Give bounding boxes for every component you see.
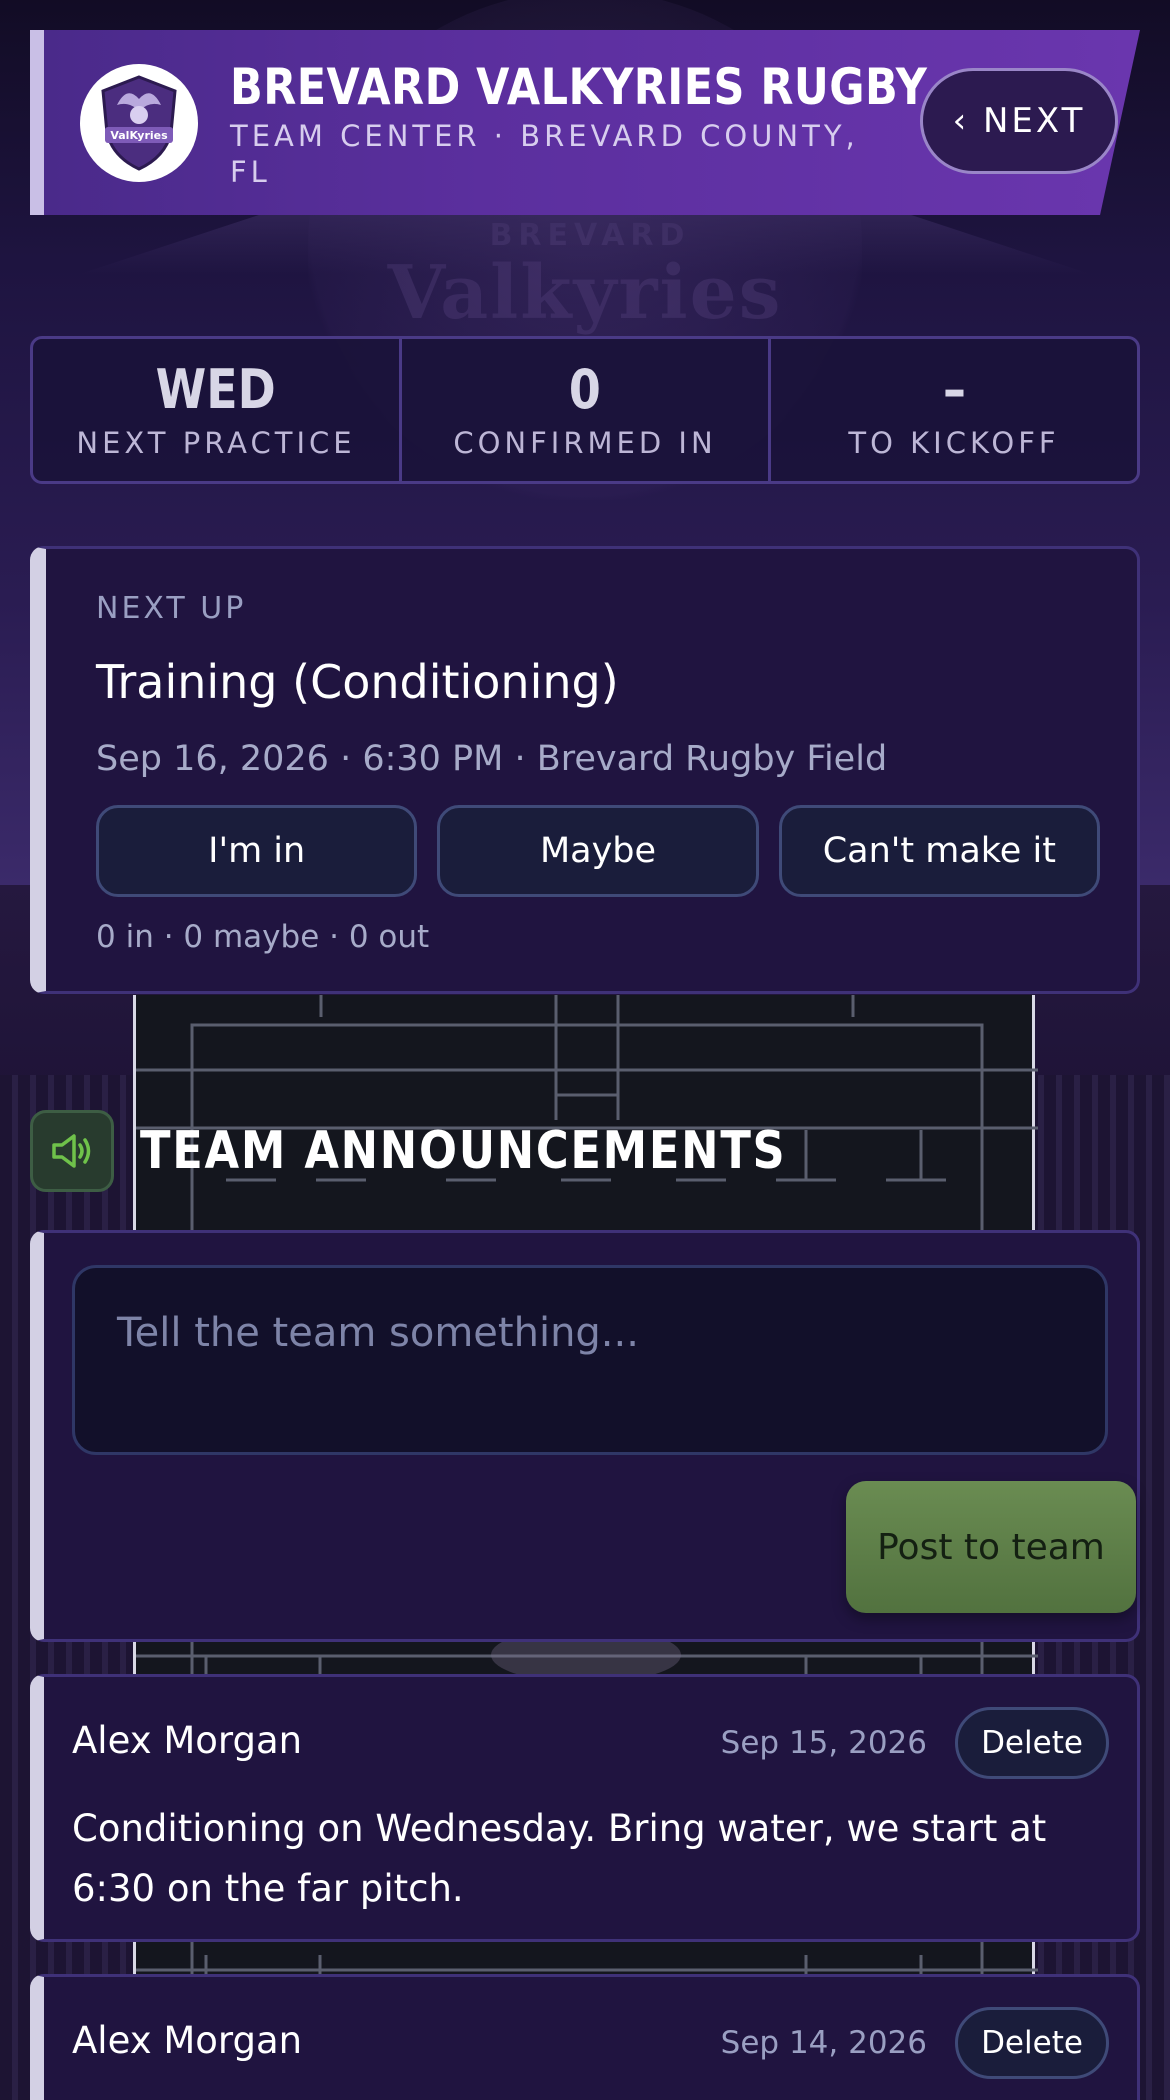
announcement-post: Alex Morgan Sep 15, 2026 Delete Conditio…: [30, 1674, 1140, 1942]
stat-value: 0: [569, 358, 601, 421]
stat-value: –: [942, 358, 966, 421]
next-button[interactable]: ‹ NEXT: [920, 68, 1118, 174]
rsvp-maybe-button[interactable]: Maybe: [437, 805, 759, 897]
announcement-composer: Post to team: [30, 1230, 1140, 1642]
post-date: Sep 15, 2026: [720, 1725, 927, 1761]
stat-to-kickoff: – TO KICKOFF: [771, 339, 1137, 481]
announcements-heading: TEAM ANNOUNCEMENTS: [30, 1110, 892, 1192]
rsvp-buttons: I'm in Maybe Can't make it: [96, 805, 1100, 897]
delete-post-button[interactable]: Delete: [955, 2007, 1109, 2079]
delete-post-button[interactable]: Delete: [955, 1707, 1109, 1779]
stats-strip: WED NEXT PRACTICE 0 CONFIRMED IN – TO KI…: [30, 336, 1140, 484]
rsvp-out-button[interactable]: Can't make it: [778, 805, 1100, 897]
megaphone-icon: [30, 1110, 114, 1192]
svg-text:ValKyries: ValKyries: [110, 129, 168, 142]
valkyries-logo-icon: ValKyries: [80, 64, 198, 182]
event-title: Training (Conditioning): [96, 655, 619, 709]
team-header: ValKyries BREVARD VALKYRIES RUGBY TEAM C…: [30, 30, 1140, 215]
post-author: Alex Morgan: [72, 2019, 303, 2062]
stat-next-practice: WED NEXT PRACTICE: [33, 339, 402, 481]
announcements-title: TEAM ANNOUNCEMENTS: [140, 1121, 787, 1181]
stat-label: TO KICKOFF: [848, 426, 1060, 460]
event-meta: Sep 16, 2026 · 6:30 PM · Brevard Rugby F…: [96, 739, 888, 779]
next-up-card: NEXT UP Training (Conditioning) Sep 16, …: [30, 546, 1140, 994]
post-author: Alex Morgan: [72, 1719, 303, 1762]
post-body: Conditioning on Wednesday. Bring water, …: [72, 1807, 1047, 1910]
rsvp-counts: 0 in · 0 maybe · 0 out: [96, 919, 430, 955]
post-to-team-button[interactable]: Post to team: [846, 1481, 1136, 1613]
post-date: Sep 14, 2026: [720, 2025, 927, 2061]
announcement-post: Alex Morgan Sep 14, 2026 Delete: [30, 1974, 1140, 2100]
announcement-input[interactable]: [72, 1265, 1108, 1455]
stat-confirmed-in: 0 CONFIRMED IN: [402, 339, 771, 481]
stat-label: CONFIRMED IN: [453, 426, 717, 460]
next-up-label: NEXT UP: [96, 591, 247, 626]
team-title: BREVARD VALKYRIES RUGBY: [230, 58, 928, 116]
rsvp-in-button[interactable]: I'm in: [96, 805, 418, 897]
stat-label: NEXT PRACTICE: [76, 426, 356, 460]
team-subtitle: TEAM CENTER · BREVARD COUNTY, FL: [230, 119, 859, 189]
stat-value: WED: [155, 358, 277, 421]
